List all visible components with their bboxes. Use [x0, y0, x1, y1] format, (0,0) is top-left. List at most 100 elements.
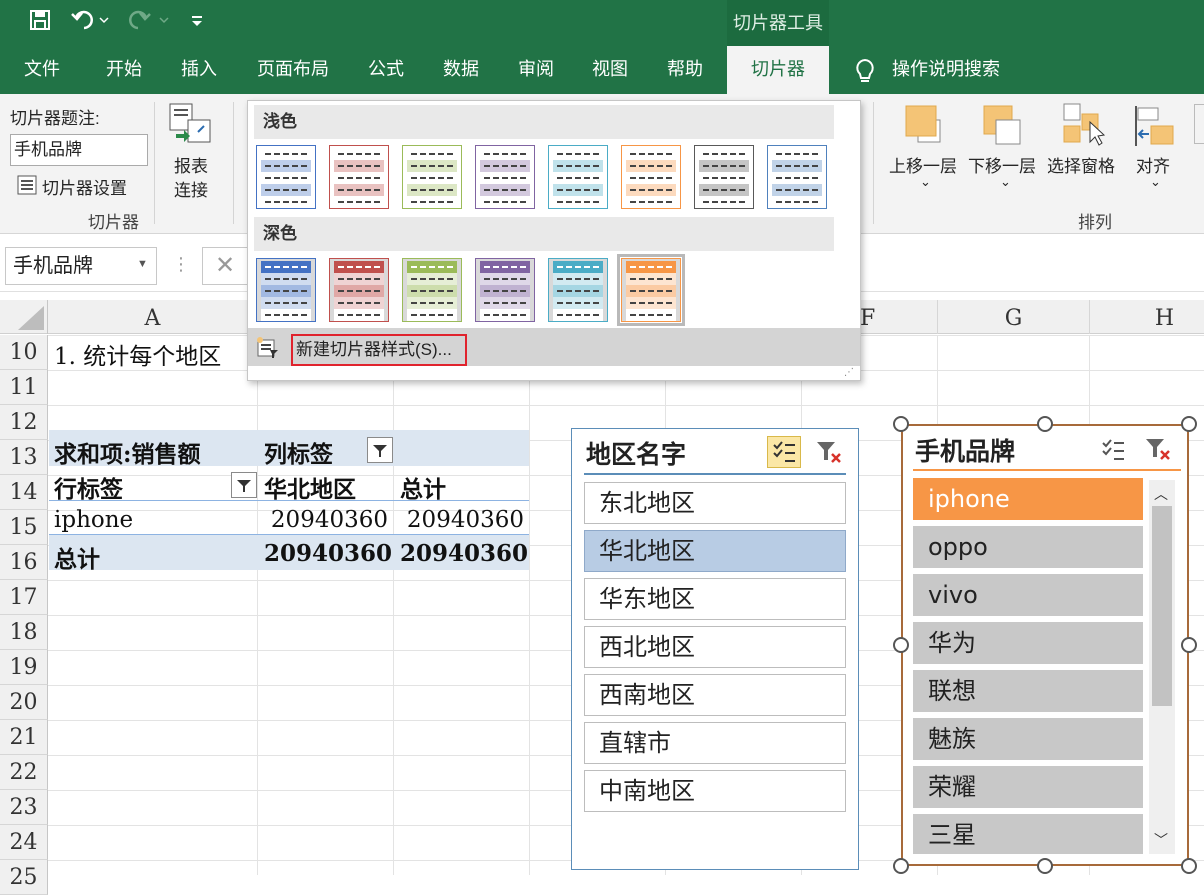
align-icon[interactable]	[1133, 104, 1177, 153]
clear-filter-icon[interactable]	[814, 438, 844, 471]
dark-slicer-style-swatch[interactable]	[617, 254, 685, 326]
group-icon[interactable]	[1194, 104, 1204, 144]
row-header[interactable]: 19	[0, 650, 48, 685]
tab-data[interactable]: 数据	[443, 46, 479, 94]
tab-page-layout[interactable]: 页面布局	[257, 46, 329, 94]
tab-formulas[interactable]: 公式	[368, 46, 404, 94]
save-icon[interactable]	[28, 8, 52, 39]
tab-file[interactable]: 文件	[24, 46, 60, 94]
chevron-down-icon[interactable]: ⌄	[1150, 174, 1161, 190]
dark-slicer-style-swatch[interactable]	[402, 258, 462, 322]
filter-dropdown-icon[interactable]	[367, 437, 393, 463]
scroll-down-icon[interactable]: ﹀	[1154, 830, 1168, 850]
cancel-icon[interactable]: ✕	[202, 247, 248, 285]
row-header[interactable]: 14	[0, 475, 48, 510]
light-slicer-style-swatch[interactable]	[402, 145, 462, 209]
slicer-item-honor[interactable]: 荣耀	[913, 766, 1143, 808]
column-header-g[interactable]: G	[938, 300, 1090, 334]
resize-handle[interactable]	[893, 637, 909, 653]
selection-pane-icon[interactable]	[1060, 102, 1106, 153]
slicer-caption-input[interactable]: 手机品牌	[10, 134, 148, 166]
name-box[interactable]: 手机品牌	[5, 247, 157, 285]
send-backward-icon[interactable]	[982, 104, 1024, 153]
slicer-item-huabei-selected[interactable]: 华北地区	[584, 530, 846, 572]
resize-handle[interactable]	[893, 858, 909, 874]
slicer-item-huadong[interactable]: 华东地区	[584, 578, 846, 620]
resize-handle[interactable]	[893, 416, 909, 432]
dark-slicer-style-swatch[interactable]	[256, 258, 316, 322]
slicer-item-zhongnan[interactable]: 中南地区	[584, 770, 846, 812]
slicer-brand[interactable]: 手机品牌 iphone oppo vivo 华为 联想 魅族 荣耀 三星 ︿ ﹀	[901, 424, 1189, 866]
tab-slicer[interactable]: 切片器	[727, 46, 829, 94]
tab-home[interactable]: 开始	[106, 46, 142, 94]
row-header[interactable]: 10	[0, 335, 48, 370]
row-header[interactable]: 17	[0, 580, 48, 615]
resize-grip-icon[interactable]: ⋰	[844, 367, 854, 378]
slicer-settings-icon[interactable]	[16, 174, 38, 201]
pivot-row-iphone-label[interactable]: iphone	[54, 507, 133, 533]
row-header[interactable]: 25	[0, 860, 48, 895]
chevron-down-icon[interactable]: ⌄	[920, 174, 931, 190]
column-header-a[interactable]: A	[48, 300, 258, 334]
slicer-region[interactable]: 地区名字 东北地区 华北地区 华东地区 西北地区 西南地区 直辖市 中南地区	[571, 428, 859, 870]
row-header[interactable]: 20	[0, 685, 48, 720]
row-header[interactable]: 15	[0, 510, 48, 545]
tab-insert[interactable]: 插入	[181, 46, 217, 94]
slicer-item-vivo[interactable]: vivo	[913, 574, 1143, 616]
pivot-sum-label[interactable]: 求和项:销售额	[54, 435, 201, 469]
report-connections-label-2[interactable]: 连接	[174, 176, 208, 201]
pivot-grand-total-value[interactable]: 20940360	[264, 540, 392, 567]
filter-dropdown-icon[interactable]	[231, 472, 257, 498]
undo-icon[interactable]	[70, 8, 110, 39]
chevron-down-icon[interactable]: ⌄	[1000, 174, 1011, 190]
tab-view[interactable]: 视图	[592, 46, 628, 94]
light-slicer-style-swatch[interactable]	[694, 145, 754, 209]
scroll-up-icon[interactable]: ︿	[1154, 484, 1168, 504]
row-header[interactable]: 18	[0, 615, 48, 650]
pivot-total-header[interactable]: 总计	[400, 470, 446, 504]
multi-select-icon[interactable]	[767, 436, 801, 468]
more-options-icon[interactable]: ⋮	[172, 254, 190, 275]
report-connections-label-1[interactable]: 报表	[174, 152, 208, 177]
pivot-region-header[interactable]: 华北地区	[264, 470, 356, 504]
light-slicer-style-swatch[interactable]	[329, 145, 389, 209]
tab-review[interactable]: 审阅	[518, 46, 554, 94]
row-header[interactable]: 23	[0, 790, 48, 825]
slicer-item-iphone-selected[interactable]: iphone	[913, 478, 1143, 520]
slicer-settings-button[interactable]: 切片器设置	[42, 174, 127, 199]
row-header[interactable]: 21	[0, 720, 48, 755]
slicer-item-huawei[interactable]: 华为	[913, 622, 1143, 664]
multi-select-icon[interactable]	[1097, 435, 1129, 470]
new-slicer-style-button[interactable]: 新建切片器样式(S)...	[291, 334, 467, 366]
slicer-item-xibei[interactable]: 西北地区	[584, 626, 846, 668]
resize-handle[interactable]	[1181, 858, 1197, 874]
name-box-dropdown-icon[interactable]: ▼	[137, 258, 148, 270]
slicer-item-meizu[interactable]: 魅族	[913, 718, 1143, 760]
pivot-column-label[interactable]: 列标签	[264, 435, 333, 469]
slicer-item-samsung[interactable]: 三星	[913, 814, 1143, 854]
pivot-cell-value[interactable]: 20940360	[264, 507, 388, 533]
column-header-h[interactable]: H	[1090, 300, 1204, 334]
cell-a10[interactable]: 1. 统计每个地区	[54, 337, 221, 371]
lightbulb-icon[interactable]	[854, 58, 876, 89]
tell-me-search[interactable]: 操作说明搜索	[892, 46, 1000, 94]
resize-handle[interactable]	[1181, 637, 1197, 653]
row-header[interactable]: 12	[0, 405, 48, 440]
dark-slicer-style-swatch[interactable]	[475, 258, 535, 322]
redo-icon[interactable]	[128, 8, 170, 39]
slicer-item-zhixiashi[interactable]: 直辖市	[584, 722, 846, 764]
light-slicer-style-swatch[interactable]	[475, 145, 535, 209]
pivot-cell-value[interactable]: 20940360	[400, 507, 524, 533]
dark-slicer-style-swatch[interactable]	[548, 258, 608, 322]
selection-pane-button[interactable]: 选择窗格	[1047, 152, 1115, 177]
row-header[interactable]: 24	[0, 825, 48, 860]
customize-icon[interactable]	[190, 8, 204, 39]
slicer-item-dongbei[interactable]: 东北地区	[584, 482, 846, 524]
slicer-scrollbar[interactable]: ︿ ﹀	[1149, 480, 1175, 854]
bring-forward-icon[interactable]	[904, 104, 944, 153]
pivot-grand-total-value[interactable]: 20940360	[400, 540, 528, 567]
pivot-row-label[interactable]: 行标签	[54, 470, 123, 504]
row-header[interactable]: 22	[0, 755, 48, 790]
light-slicer-style-swatch[interactable]	[767, 145, 827, 209]
resize-handle[interactable]	[1037, 416, 1053, 432]
